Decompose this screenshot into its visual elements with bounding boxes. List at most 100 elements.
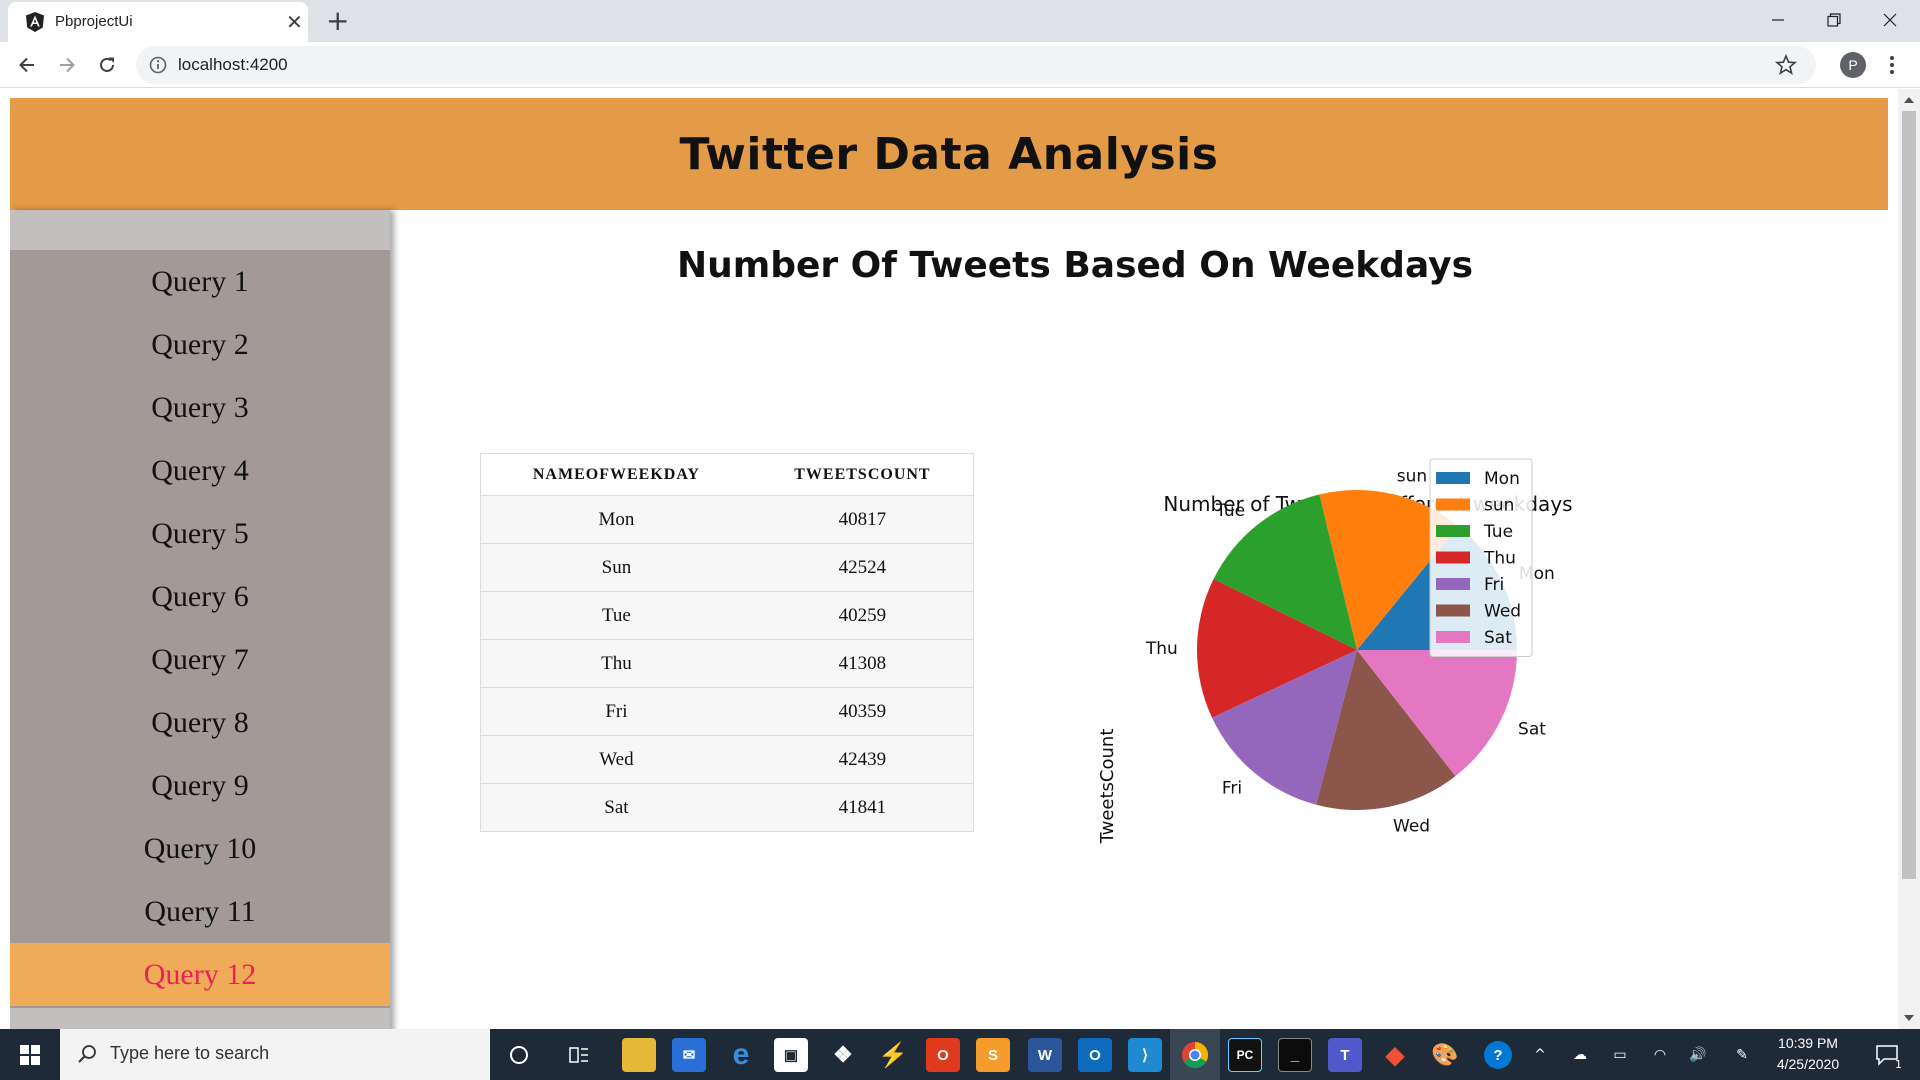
legend-swatch-fri xyxy=(1436,578,1470,590)
app-title: Twitter Data Analysis xyxy=(679,128,1219,180)
legend-label-sat: Sat xyxy=(1484,628,1512,648)
weekday-tweets-table: NAMEOFWEEKDAY TWEETSCOUNT Mon 40817 Sun 42… xyxy=(480,453,974,832)
paint-icon[interactable]: 🎨 xyxy=(1428,1038,1462,1072)
weekday-cell: Fri xyxy=(480,687,752,736)
browser-tab[interactable]: PbprojectUi ✕ xyxy=(8,2,308,42)
legend-label-mon: Mon xyxy=(1484,469,1520,489)
teams-icon[interactable]: T xyxy=(1328,1038,1362,1072)
profile-avatar[interactable]: P xyxy=(1840,52,1866,78)
wifi-icon[interactable]: ◠ xyxy=(1648,1043,1672,1067)
browser-tab-strip: PbprojectUi ✕ + xyxy=(0,0,1920,42)
pycharm-icon[interactable]: PC xyxy=(1228,1038,1262,1072)
scroll-down-arrow-icon[interactable] xyxy=(1904,1015,1914,1021)
taskbar-clock[interactable]: 10:39 PM 4/25/2020 xyxy=(1758,1033,1858,1075)
git-icon[interactable]: ◆ xyxy=(1378,1038,1412,1072)
count-cell: 41841 xyxy=(751,783,974,832)
mail-icon[interactable]: ✉ xyxy=(672,1038,706,1072)
pie-label-wed: Wed xyxy=(1393,817,1430,837)
legend-label-fri: Fri xyxy=(1484,575,1504,595)
sublime-text-icon[interactable]: S xyxy=(976,1038,1010,1072)
app-header: Twitter Data Analysis xyxy=(10,98,1888,210)
count-cell: 41308 xyxy=(751,639,974,688)
pie-label-sat: Sat xyxy=(1518,720,1546,740)
legend-swatch-sun xyxy=(1436,498,1470,511)
terminal-icon[interactable]: _ xyxy=(1278,1038,1312,1072)
count-cell: 40259 xyxy=(751,591,974,640)
onedrive-icon[interactable]: ☁ xyxy=(1568,1043,1592,1067)
reload-icon[interactable] xyxy=(90,48,124,82)
minimize-icon[interactable] xyxy=(1750,0,1806,40)
streamlabs-icon[interactable]: ⚡ xyxy=(876,1038,910,1072)
edge-icon[interactable]: e xyxy=(724,1038,758,1072)
pen-icon[interactable]: ✎ xyxy=(1730,1043,1754,1067)
legend-label-wed: Wed xyxy=(1484,602,1521,622)
more-menu-icon[interactable] xyxy=(1884,52,1900,78)
count-cell: 40359 xyxy=(751,687,974,736)
new-tab-icon[interactable]: + xyxy=(326,4,349,38)
sidebar-item-query-10[interactable]: Query 10 xyxy=(10,817,390,880)
pie-label-tue: Tue xyxy=(1215,501,1245,521)
cortana-icon[interactable] xyxy=(502,1038,536,1072)
table-row: Wed 42439 xyxy=(480,735,974,784)
pie-label-sun: sun xyxy=(1397,466,1427,486)
address-bar[interactable]: localhost:4200 xyxy=(136,46,1816,84)
weekday-cell: Sat xyxy=(480,783,752,832)
pie-label-fri: Fri xyxy=(1222,779,1242,799)
count-cell: 42524 xyxy=(751,543,974,592)
help-icon[interactable]: ? xyxy=(1484,1041,1512,1069)
windows-start-icon[interactable] xyxy=(0,1029,60,1080)
legend-swatch-sat xyxy=(1436,631,1470,643)
outlook-icon[interactable]: O xyxy=(1078,1038,1112,1072)
legend-swatch-thu xyxy=(1436,551,1470,564)
chrome-icon[interactable] xyxy=(1178,1038,1212,1072)
word-icon[interactable]: W xyxy=(1028,1038,1062,1072)
close-tab-icon[interactable]: ✕ xyxy=(286,8,303,36)
notifications-icon[interactable]: 1 xyxy=(1872,1043,1902,1071)
sidebar-item-query-4[interactable]: Query 4 xyxy=(10,439,390,502)
store-icon[interactable]: ▣ xyxy=(774,1038,808,1072)
volume-icon[interactable]: 🔊 xyxy=(1686,1043,1710,1067)
sidebar-item-query-5[interactable]: Query 5 xyxy=(10,502,390,565)
sidebar-top-strip xyxy=(10,210,390,250)
sidebar-bottom-strip xyxy=(10,1008,390,1029)
battery-icon[interactable]: ▭ xyxy=(1608,1043,1632,1067)
weekday-cell: Thu xyxy=(480,639,752,688)
back-arrow-icon[interactable] xyxy=(10,48,44,82)
sidebar-item-query-2[interactable]: Query 2 xyxy=(10,313,390,376)
url-text[interactable]: localhost:4200 xyxy=(178,55,288,75)
windows-taskbar: Type here to search ✉ e ▣ ❖ ⚡ O S W O ⟩ … xyxy=(0,1029,1920,1080)
scroll-up-arrow-icon[interactable] xyxy=(1904,97,1914,103)
table-row: Fri 40359 xyxy=(480,687,974,736)
sidebar-item-query-7[interactable]: Query 7 xyxy=(10,628,390,691)
office-icon[interactable]: O xyxy=(926,1038,960,1072)
sidebar: Query 1 Query 2 Query 3 Query 4 Query 5 … xyxy=(10,210,390,1029)
sidebar-item-query-9[interactable]: Query 9 xyxy=(10,754,390,817)
column-header-tweetscount: TWEETSCOUNT xyxy=(751,453,974,496)
restore-icon[interactable] xyxy=(1806,0,1862,40)
file-explorer-icon[interactable] xyxy=(622,1038,656,1072)
sidebar-item-query-11[interactable]: Query 11 xyxy=(10,880,390,943)
page-scrollbar[interactable] xyxy=(1898,89,1920,1029)
table-header-row: NAMEOFWEEKDAY TWEETSCOUNT xyxy=(480,453,974,496)
sidebar-item-query-6[interactable]: Query 6 xyxy=(10,565,390,628)
show-hidden-icons-icon[interactable]: ^ xyxy=(1528,1043,1552,1067)
sidebar-item-query-12[interactable]: Query 12 xyxy=(10,943,390,1006)
legend-swatch-mon xyxy=(1436,472,1470,484)
legend-swatch-tue xyxy=(1436,525,1470,537)
bookmark-star-icon[interactable] xyxy=(1774,53,1798,77)
taskbar-search-box[interactable]: Type here to search xyxy=(60,1029,490,1080)
sidebar-item-query-1[interactable]: Query 1 xyxy=(10,250,390,313)
sidebar-item-query-3[interactable]: Query 3 xyxy=(10,376,390,439)
close-window-icon[interactable] xyxy=(1862,0,1918,40)
forward-arrow-icon[interactable] xyxy=(50,48,84,82)
sidebar-item-query-8[interactable]: Query 8 xyxy=(10,691,390,754)
tab-title: PbprojectUi xyxy=(55,13,133,30)
task-view-icon[interactable] xyxy=(562,1038,596,1072)
table-row: Thu 41308 xyxy=(480,639,974,688)
count-cell: 42439 xyxy=(751,735,974,784)
vscode-icon[interactable]: ⟩ xyxy=(1128,1038,1162,1072)
scrollbar-thumb[interactable] xyxy=(1902,111,1916,879)
page-viewport: Twitter Data Analysis Query 1 Query 2 Qu… xyxy=(0,89,1898,1029)
info-icon[interactable] xyxy=(148,55,168,75)
dropbox-icon[interactable]: ❖ xyxy=(826,1038,860,1072)
